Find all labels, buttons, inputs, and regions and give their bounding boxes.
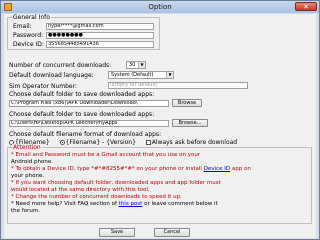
filename-format-options: {Filename} {Filename} - {Version} Always… (9, 139, 237, 146)
cache-folder-input[interactable]: C:\Program Files (x86)\APK Downloader\Do… (9, 100, 169, 107)
option-window: Option ✕ General Info Email: hyper****@g… (0, 0, 320, 240)
note-line-3-text: * To obtain a Device ID, type *#*#8255#*… (11, 166, 204, 172)
general-info-group: General Info Email: hyper****@gmail.com … (7, 14, 160, 50)
chevron-down-icon: ▼ (138, 62, 145, 68)
save-folder-input[interactable]: C:\Users\HP\Desktop\APK Leecher\myApps (9, 120, 169, 127)
note-line-7: * Change the number of concurrent downlo… (11, 194, 182, 200)
device-id-label: Device ID: (13, 41, 44, 48)
filename-format-label: Choose default filename format of downlo… (9, 131, 162, 138)
dialog-body: General Info Email: hyper****@gmail.com … (4, 14, 316, 238)
note-line-4: your phone. (11, 173, 45, 179)
note-line-1: * Email and Password must be a Gmail acc… (11, 152, 201, 158)
sim-input[interactable]: (Empty for default) (108, 82, 248, 89)
note-line-8-tail: or leave comment below it (142, 201, 218, 207)
note-line-3: * To obtain a Device ID, type *#*#8255#*… (11, 166, 251, 172)
close-button[interactable]: ✕ (295, 2, 317, 11)
note-line-6: would located at the same directory with… (11, 187, 150, 193)
device-id-field[interactable]: 3556854485491436 (46, 41, 154, 48)
email-field[interactable]: hyper****@gmail.com (46, 23, 154, 30)
note-line-9: the forum. (11, 208, 40, 214)
attention-title: Attention (12, 144, 42, 151)
cancel-button[interactable]: Cancel (154, 228, 190, 237)
note-line-3-tail: app on (230, 166, 251, 172)
radio-filename-version-label: {Filename} - {Version} (65, 139, 136, 146)
cache-folder-label: Choose default folder to save downloaded… (9, 91, 155, 98)
save-folder-label: Choose default folder to save downloaded… (9, 111, 155, 118)
radio-filename-version[interactable] (59, 140, 65, 145)
language-select[interactable]: System (Default) ▼ (108, 71, 174, 79)
attention-group: Attention * Email and Password must be a… (7, 144, 312, 224)
always-ask-label: Always ask before download (151, 139, 238, 146)
language-label: Default download language: (9, 72, 94, 79)
device-id-link[interactable]: Device ID (204, 166, 230, 172)
concurrent-value: 30 (129, 62, 136, 68)
save-button[interactable]: Save (99, 228, 135, 237)
window-title: Option (148, 3, 172, 11)
cache-browse-button[interactable]: Browse (172, 99, 202, 107)
note-line-8-text: * Need more help? Visit FAQ section of (11, 201, 119, 207)
password-field[interactable]: ●●●●●●●● (46, 32, 154, 39)
language-value: System (Default) (111, 72, 154, 78)
title-bar[interactable]: Option ✕ (1, 1, 319, 13)
email-label: Email: (13, 23, 32, 30)
sim-label: Sim Operator Number: (9, 83, 78, 90)
this-post-link[interactable]: this post (119, 201, 143, 207)
password-label: Password: (13, 32, 44, 39)
note-line-5: * If you want choosing default folder, d… (11, 180, 221, 186)
concurrent-select[interactable]: 30 ▼ (126, 61, 146, 69)
note-line-8: * Need more help? Visit FAQ section of t… (11, 201, 218, 207)
always-ask-checkbox[interactable] (145, 140, 151, 145)
save-browse-button[interactable]: Browse... (172, 119, 208, 127)
general-info-title: General Info (12, 14, 51, 21)
concurrent-label: Number of concurrent downloads: (9, 62, 112, 69)
chevron-down-icon: ▼ (166, 72, 173, 78)
note-line-2: Android phone. (11, 159, 53, 165)
